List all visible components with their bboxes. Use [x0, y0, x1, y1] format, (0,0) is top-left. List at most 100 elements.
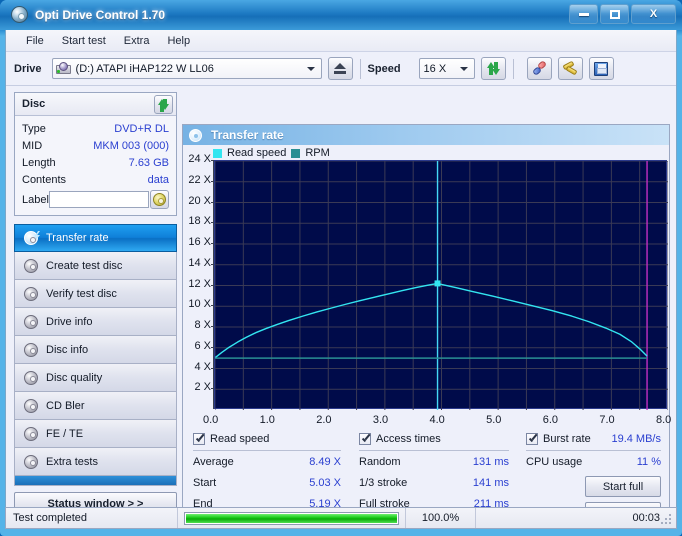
sidebar-item-disc-info[interactable]: Disc info [14, 336, 177, 364]
minimize-button[interactable] [569, 4, 598, 24]
chart-plot-area[interactable] [214, 160, 668, 410]
burst-rate-value: 19.4 MB/s [611, 433, 661, 445]
sidebar-item-fe-te[interactable]: FE / TE [14, 420, 177, 448]
disc-row-key: Type [22, 122, 46, 135]
eject-button[interactable] [327, 57, 353, 80]
result-key: Start [193, 476, 217, 489]
menu-help[interactable]: Help [158, 32, 199, 50]
sidebar-item-label: Disc quality [46, 371, 103, 384]
tools-button[interactable] [557, 57, 583, 80]
x-axis-tick-label: 7.0 [599, 414, 615, 426]
sidebar-item-label: Disc info [46, 343, 89, 356]
result-row-third-stroke: 1/3 stroke 141 ms [359, 472, 509, 493]
result-row-random: Random 131 ms [359, 451, 509, 472]
burst-rate-header: Burst rate 19.4 MB/s [526, 431, 661, 447]
burst-rate-label: Burst rate [543, 433, 591, 445]
drive-select[interactable]: (D:) ATAPI iHAP122 W LL06 [51, 58, 322, 79]
menu-bar: File Start test Extra Help [6, 30, 676, 52]
disc-refresh-button[interactable] [154, 94, 173, 114]
disc-icon [11, 6, 28, 23]
y-axis-tick-label: 10 X [188, 298, 211, 311]
disc-quality-icon [24, 370, 38, 385]
sidebar-item-cd-bler[interactable]: CD Bler [14, 392, 177, 420]
status-text: Test completed [6, 508, 178, 528]
disc-label-key: Label [22, 193, 49, 206]
maximize-button[interactable] [600, 4, 629, 24]
transfer-rate-chart: Read speed RPM 2 X 4 X 6 X 8 X 10 X 12 X 14 X 1… [183, 145, 672, 433]
title-left-group: Opti Drive Control 1.70 [11, 6, 165, 23]
disc-row-type: Type DVD+R DL [22, 120, 169, 137]
result-key: CPU usage [526, 455, 583, 468]
drive-select-value: (D:) ATAPI iHAP122 W LL06 [75, 62, 214, 75]
result-value: 8.49 X [309, 455, 341, 468]
y-axis-tick-label: 20 X [188, 194, 211, 207]
result-row-start: Start 5.03 X [193, 472, 341, 493]
sidebar-item-label: Extra tests [46, 455, 98, 468]
app-window: Opti Drive Control 1.70 X File Start tes… [0, 0, 682, 536]
disc-row-key: Contents [22, 173, 67, 186]
drive-icon [55, 62, 71, 75]
results-read-speed: Read speed Average 8.49 X Start 5.03 X E… [193, 431, 341, 514]
sidebar-item-drive-info[interactable]: Drive info [14, 308, 177, 336]
disc-label-row: Label [22, 189, 169, 210]
speed-select[interactable]: 16 X [418, 58, 475, 79]
result-key: 1/3 stroke [359, 476, 408, 489]
sidebar-filler [14, 476, 177, 486]
sidebar-item-label: CD Bler [46, 399, 85, 412]
menu-extra[interactable]: Extra [115, 32, 159, 50]
disc-row-value: data [147, 173, 169, 186]
speed-select-value: 16 X [423, 62, 447, 75]
sidebar-item-label: FE / TE [46, 427, 84, 440]
sidebar-item-extra-tests[interactable]: Extra tests [14, 448, 177, 476]
disc-label-button[interactable] [149, 190, 169, 209]
results-access-times: Access times Random 131 ms 1/3 stroke 14… [359, 431, 509, 514]
sidebar-item-create-test-disc[interactable]: Create test disc [14, 252, 177, 280]
disc-label-input[interactable] [49, 191, 150, 208]
transfer-rate-panel: Transfer rate Read speed RPM 2 X 4 X 6 X 8 … [182, 124, 672, 524]
pill-icon [531, 60, 547, 76]
save-icon [594, 61, 609, 76]
disc-row-value: DVD+R DL [114, 122, 169, 135]
transfer-rate-icon [189, 128, 202, 142]
drive-label: Drive [14, 62, 42, 75]
y-axis-tick-label: 2 X [194, 381, 211, 394]
x-axis-tick-label: 5.0 [486, 414, 502, 426]
start-full-button[interactable]: Start full [585, 476, 661, 497]
tools-icon [562, 60, 578, 76]
progress-bar [184, 511, 399, 525]
refresh-button[interactable] [480, 57, 506, 80]
x-axis-tick-label: 0.0 [203, 414, 219, 426]
toolbar-divider [512, 58, 514, 79]
read-speed-checkbox[interactable] [193, 433, 205, 445]
x-axis-tick-label: 6.0 [542, 414, 559, 426]
sidebar-item-verify-test-disc[interactable]: Verify test disc [14, 280, 177, 308]
window-title: Opti Drive Control 1.70 [35, 7, 166, 22]
y-axis-tick-label: 14 X [188, 256, 211, 269]
disc-row-contents: Contents data [22, 171, 169, 188]
disc-panel-body: Type DVD+R DL MID MKM 003 (000) Length 7… [15, 116, 176, 215]
burst-rate-checkbox[interactable] [526, 433, 538, 445]
x-axis-tick-label: 8.0 [656, 414, 672, 426]
disc-row-length: Length 7.63 GB [22, 154, 169, 171]
create-test-disc-icon [24, 258, 38, 273]
access-times-checkbox[interactable] [359, 433, 371, 445]
sidebar-item-transfer-rate[interactable]: Transfer rate [14, 224, 177, 252]
menu-file[interactable]: File [17, 32, 53, 50]
menu-start-test[interactable]: Start test [53, 32, 115, 50]
progress-bar-fill [186, 513, 397, 523]
sidebar-item-disc-quality[interactable]: Disc quality [14, 364, 177, 392]
save-button[interactable] [588, 57, 614, 80]
close-button[interactable]: X [631, 4, 676, 24]
pill-button[interactable] [526, 57, 552, 80]
minimize-icon [578, 12, 589, 16]
transfer-rate-icon [24, 231, 40, 245]
disc-info-icon [24, 342, 38, 357]
y-axis-tick-label: 4 X [194, 360, 211, 373]
x-axis-tick-label: 3.0 [372, 414, 389, 426]
fe-te-icon [24, 426, 38, 441]
window-controls: X [569, 4, 676, 24]
y-axis-tick-label: 6 X [194, 339, 211, 352]
access-times-header: Access times [359, 431, 509, 447]
close-icon: X [649, 8, 658, 20]
page-title: Transfer rate [211, 128, 284, 142]
